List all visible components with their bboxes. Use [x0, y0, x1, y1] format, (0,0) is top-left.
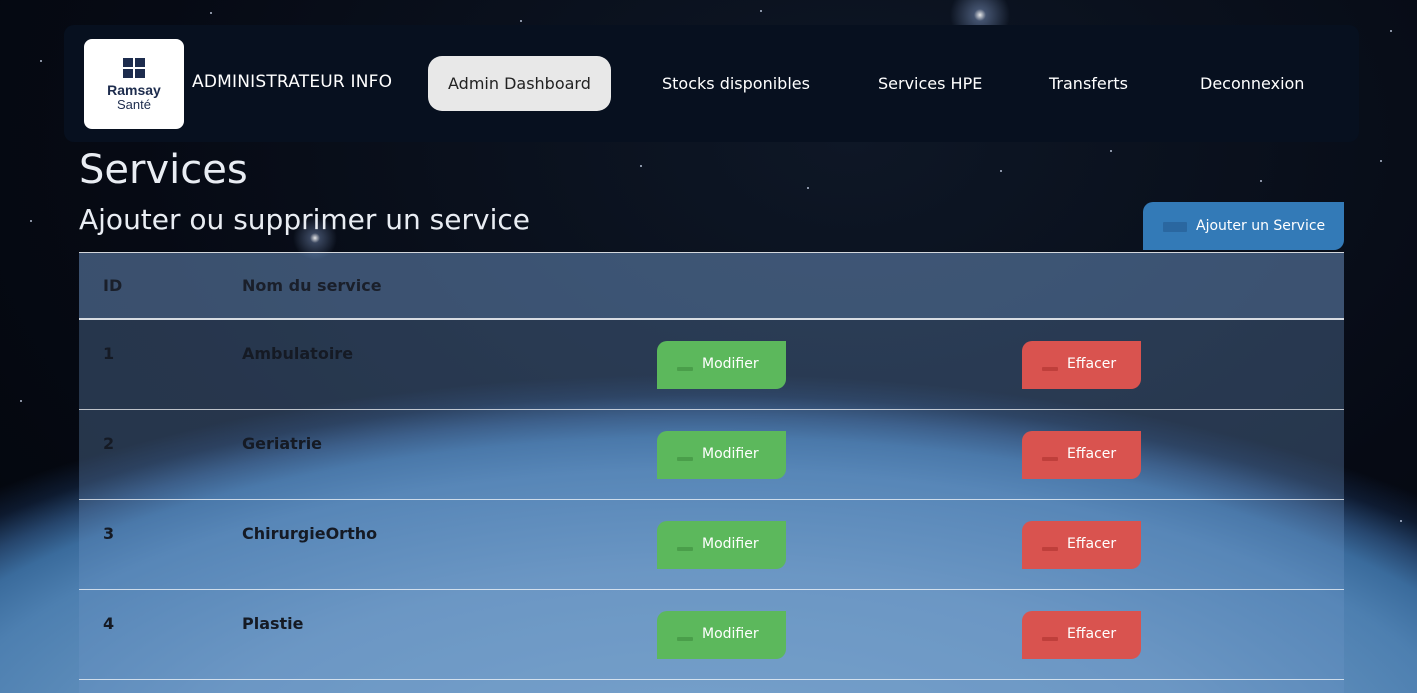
page: Ramsay Santé ADMINISTRATEUR INFO Admin D… — [0, 0, 1417, 693]
edit-button[interactable]: Modifier — [657, 521, 786, 569]
pencil-icon — [677, 637, 693, 641]
delete-button[interactable]: Effacer — [1022, 431, 1141, 479]
nav-item-transferts[interactable]: Transferts — [1029, 56, 1148, 111]
service-id: 1 — [103, 344, 115, 363]
service-name: Ambulatoire — [242, 344, 354, 363]
service-id: 4 — [103, 614, 115, 633]
pencil-icon — [677, 457, 693, 461]
ramsay-sante-logo[interactable]: Ramsay Santé — [84, 39, 184, 129]
trash-icon — [1042, 637, 1058, 641]
add-service-button-label: Ajouter un Service — [1196, 218, 1326, 234]
table-row: 2 Geriatrie Modifier Effacer — [79, 410, 1344, 500]
trash-icon — [1042, 367, 1058, 371]
edit-button-label: Modifier — [702, 356, 759, 372]
logo-subtitle: Santé — [117, 97, 151, 112]
trash-icon — [1042, 457, 1058, 461]
delete-button-label: Effacer — [1067, 446, 1117, 462]
delete-button-label: Effacer — [1067, 536, 1117, 552]
table-header: ID Nom du service — [79, 253, 1344, 320]
plus-icon — [1163, 222, 1187, 232]
table-row: 1 Ambulatoire Modifier Effacer — [79, 320, 1344, 410]
delete-button-label: Effacer — [1067, 626, 1117, 642]
service-name: Geriatrie — [242, 434, 323, 453]
pencil-icon — [677, 367, 693, 371]
navbar-brand[interactable]: ADMINISTRATEUR INFO — [192, 72, 392, 92]
service-name: Plastie — [242, 614, 304, 633]
edit-button[interactable]: Modifier — [657, 611, 786, 659]
table-row: 3 ChirurgieOrtho Modifier Effacer — [79, 500, 1344, 590]
pencil-icon — [677, 547, 693, 551]
column-header-id: ID — [103, 276, 123, 295]
edit-button[interactable]: Modifier — [657, 431, 786, 479]
service-name: ChirurgieOrtho — [242, 524, 378, 543]
services-table: ID Nom du service 1 Ambulatoire Modifier… — [79, 252, 1344, 693]
nav-item-services-hpe[interactable]: Services HPE — [858, 56, 1002, 111]
nav-item-stocks-disponibles[interactable]: Stocks disponibles — [642, 56, 830, 111]
delete-button-label: Effacer — [1067, 356, 1117, 372]
delete-button[interactable]: Effacer — [1022, 341, 1141, 389]
nav-item-admin-dashboard[interactable]: Admin Dashboard — [428, 56, 611, 111]
nav-item-deconnexion[interactable]: Deconnexion — [1180, 56, 1324, 111]
table-row: 4 Plastie Modifier Effacer — [79, 590, 1344, 680]
trash-icon — [1042, 547, 1058, 551]
edit-button[interactable]: Modifier — [657, 341, 786, 389]
logo-name: Ramsay — [107, 82, 161, 98]
service-id: 3 — [103, 524, 115, 543]
edit-button-label: Modifier — [702, 626, 759, 642]
logo-mark-icon — [123, 58, 145, 78]
edit-button-label: Modifier — [702, 446, 759, 462]
delete-button[interactable]: Effacer — [1022, 611, 1141, 659]
column-header-name: Nom du service — [242, 276, 382, 295]
delete-button[interactable]: Effacer — [1022, 521, 1141, 569]
page-subtitle: Ajouter ou supprimer un service — [79, 203, 530, 236]
service-id: 2 — [103, 434, 115, 453]
edit-button-label: Modifier — [702, 536, 759, 552]
page-title: Services — [79, 147, 248, 193]
top-navbar: Ramsay Santé ADMINISTRATEUR INFO Admin D… — [64, 25, 1359, 142]
add-service-button[interactable]: Ajouter un Service — [1143, 202, 1344, 250]
